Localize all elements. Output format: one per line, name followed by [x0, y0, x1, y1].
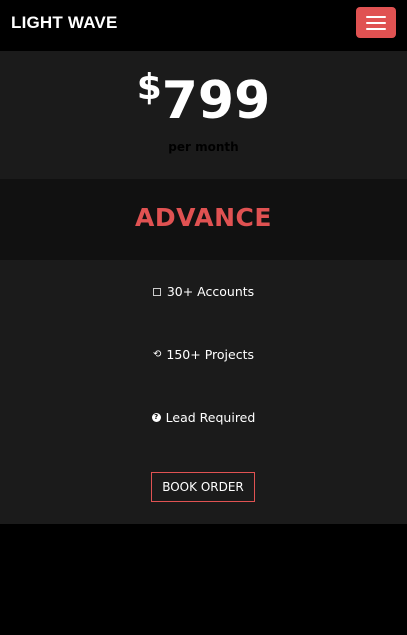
navbar: LIGHT WAVE [0, 0, 407, 51]
price-period: per month [168, 140, 239, 154]
plan-name: ADVANCE [135, 203, 272, 232]
book-order-button[interactable]: BOOK ORDER [151, 472, 255, 502]
brand-logo[interactable]: LIGHT WAVE [11, 13, 118, 33]
question-circle-icon: ? [151, 413, 161, 422]
feature-item: ⟲ 150+ Projects [0, 347, 407, 364]
feature-label: 30+ Accounts [166, 284, 255, 299]
price: $799 [0, 65, 407, 137]
currency-symbol: $ [136, 67, 162, 108]
feature-label: Lead Required [165, 410, 256, 425]
plan-header: ADVANCE [0, 179, 407, 260]
price-block: $799 per month [0, 51, 407, 179]
refresh-icon: ⟲ [153, 348, 162, 360]
feature-item: 30+ Accounts [0, 284, 407, 300]
pricing-card: $799 per month ADVANCE 30+ Accounts ⟲ 150… [0, 51, 407, 524]
menu-toggle-button[interactable] [356, 7, 396, 38]
feature-label: 150+ Projects [166, 347, 254, 362]
square-icon [152, 287, 161, 296]
feature-item: ? Lead Required [0, 410, 407, 426]
price-amount: 799 [161, 71, 271, 131]
